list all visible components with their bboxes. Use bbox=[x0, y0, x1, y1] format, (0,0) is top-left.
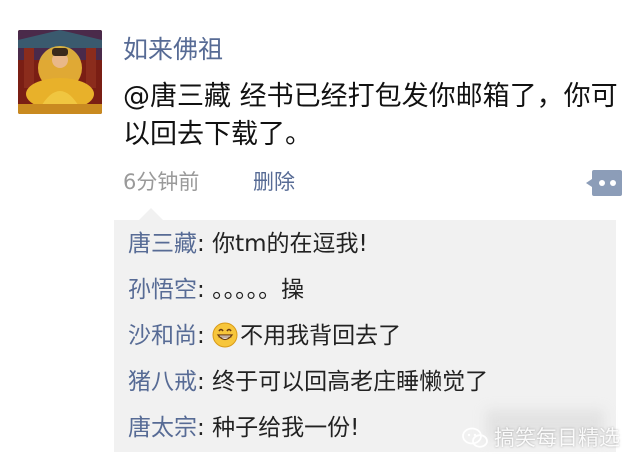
watermark: 搞笑每日精选 bbox=[462, 418, 620, 458]
comment-author[interactable]: 猪八戒 bbox=[128, 369, 197, 395]
delete-button[interactable]: 删除 bbox=[253, 168, 295, 196]
comment-separator: : bbox=[197, 323, 213, 349]
avatar[interactable] bbox=[18, 30, 102, 114]
comment-row: 唐三藏: 你tm的在逗我! bbox=[128, 224, 368, 264]
comment-author[interactable]: 孙悟空 bbox=[128, 277, 197, 303]
comment-author[interactable]: 唐太宗 bbox=[128, 415, 197, 441]
wechat-icon bbox=[462, 422, 488, 462]
comment-text: 。。。。。操 bbox=[212, 277, 305, 303]
comment-icon bbox=[586, 170, 622, 196]
comment-text: 终于可以回高老庄睡懒觉了 bbox=[212, 369, 489, 395]
watermark-text: 搞笑每日精选 bbox=[494, 426, 620, 450]
comment-text: 种子给我一份! bbox=[212, 415, 360, 441]
comment-separator: : bbox=[197, 369, 213, 395]
comment-row: 沙和尚: 不用我背回去了 bbox=[128, 316, 401, 356]
comment-separator: : bbox=[197, 415, 213, 441]
comment-text: 你tm的在逗我! bbox=[212, 231, 368, 257]
comment-separator: : bbox=[197, 231, 213, 257]
post-timestamp: 6分钟前 bbox=[123, 170, 200, 194]
comment-button[interactable] bbox=[586, 170, 622, 196]
comment-row: 猪八戒: 终于可以回高老庄睡懒觉了 bbox=[128, 362, 488, 402]
comment-text: 不用我背回去了 bbox=[240, 323, 402, 349]
grinning-face-icon bbox=[212, 321, 238, 361]
comments-pointer bbox=[139, 208, 163, 220]
comment-row: 孙悟空: 。。。。。操 bbox=[128, 270, 304, 310]
post-username[interactable]: 如来佛祖 bbox=[123, 34, 223, 66]
comment-row: 唐太宗: 种子给我一份! bbox=[128, 408, 359, 448]
comment-author[interactable]: 唐三藏 bbox=[128, 231, 197, 257]
comment-separator: : bbox=[197, 277, 213, 303]
post-text: @唐三藏 经书已经打包发你邮箱了，你可以回去下载了。 bbox=[123, 81, 618, 150]
comment-author[interactable]: 沙和尚 bbox=[128, 323, 197, 349]
